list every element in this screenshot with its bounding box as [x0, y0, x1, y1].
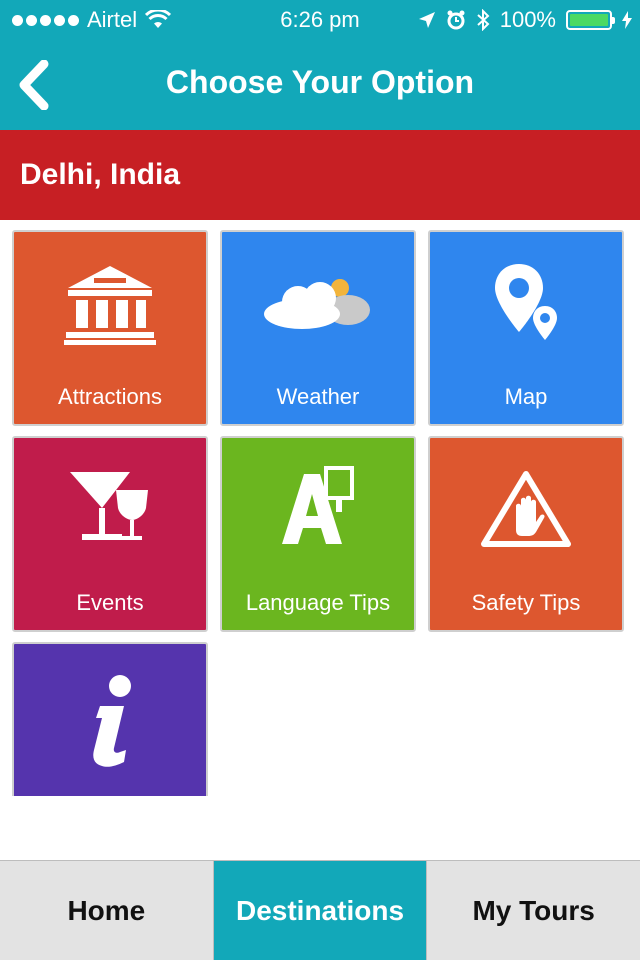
city-banner: Delhi, India	[0, 130, 640, 220]
tile-label: Map	[504, 384, 548, 409]
tab-destinations[interactable]: Destinations	[213, 861, 428, 960]
info-icon	[93, 675, 131, 767]
alarm-icon	[447, 10, 465, 30]
attractions-tile[interactable]: Attractions	[12, 230, 208, 426]
location-arrow-icon	[418, 12, 435, 28]
tab-bar: Home Destinations My Tours	[0, 860, 640, 960]
navigation-bar: Choose Your Option	[0, 40, 640, 130]
options-grid: Attractions Weather Map Events Language …	[12, 230, 626, 796]
battery-percent: 100%	[499, 7, 556, 32]
weather-tile[interactable]: Weather	[220, 230, 416, 426]
cocktail-icon	[70, 472, 148, 540]
warning-hand-icon	[481, 471, 571, 547]
city-name: Delhi, India	[20, 158, 181, 191]
page-title: Choose Your Option	[165, 64, 475, 100]
charging-icon	[622, 11, 632, 29]
bluetooth-icon	[477, 9, 490, 31]
status-right: 100%	[418, 7, 632, 33]
museum-icon	[64, 266, 156, 345]
battery-icon	[566, 10, 615, 30]
tile-label: Safety Tips	[471, 590, 581, 615]
cloud-sun-icon	[264, 279, 370, 329]
safety-tips-tile[interactable]: Safety Tips	[428, 436, 624, 632]
language-icon	[282, 466, 354, 544]
events-tile[interactable]: Events	[12, 436, 208, 632]
status-bar: Airtel 6:26 pm 100%	[0, 0, 640, 40]
language-tips-tile[interactable]: Language Tips	[220, 436, 416, 632]
tile-label: Attractions	[58, 384, 162, 409]
tile-label: Weather	[276, 384, 360, 409]
tile-label: Events	[76, 590, 144, 615]
map-pin-icon	[495, 264, 557, 340]
info-tile[interactable]	[12, 642, 208, 796]
tab-home[interactable]: Home	[0, 861, 214, 960]
map-tile[interactable]: Map	[428, 230, 624, 426]
tab-my-tours[interactable]: My Tours	[427, 861, 640, 960]
tile-label: Language Tips	[245, 590, 391, 615]
